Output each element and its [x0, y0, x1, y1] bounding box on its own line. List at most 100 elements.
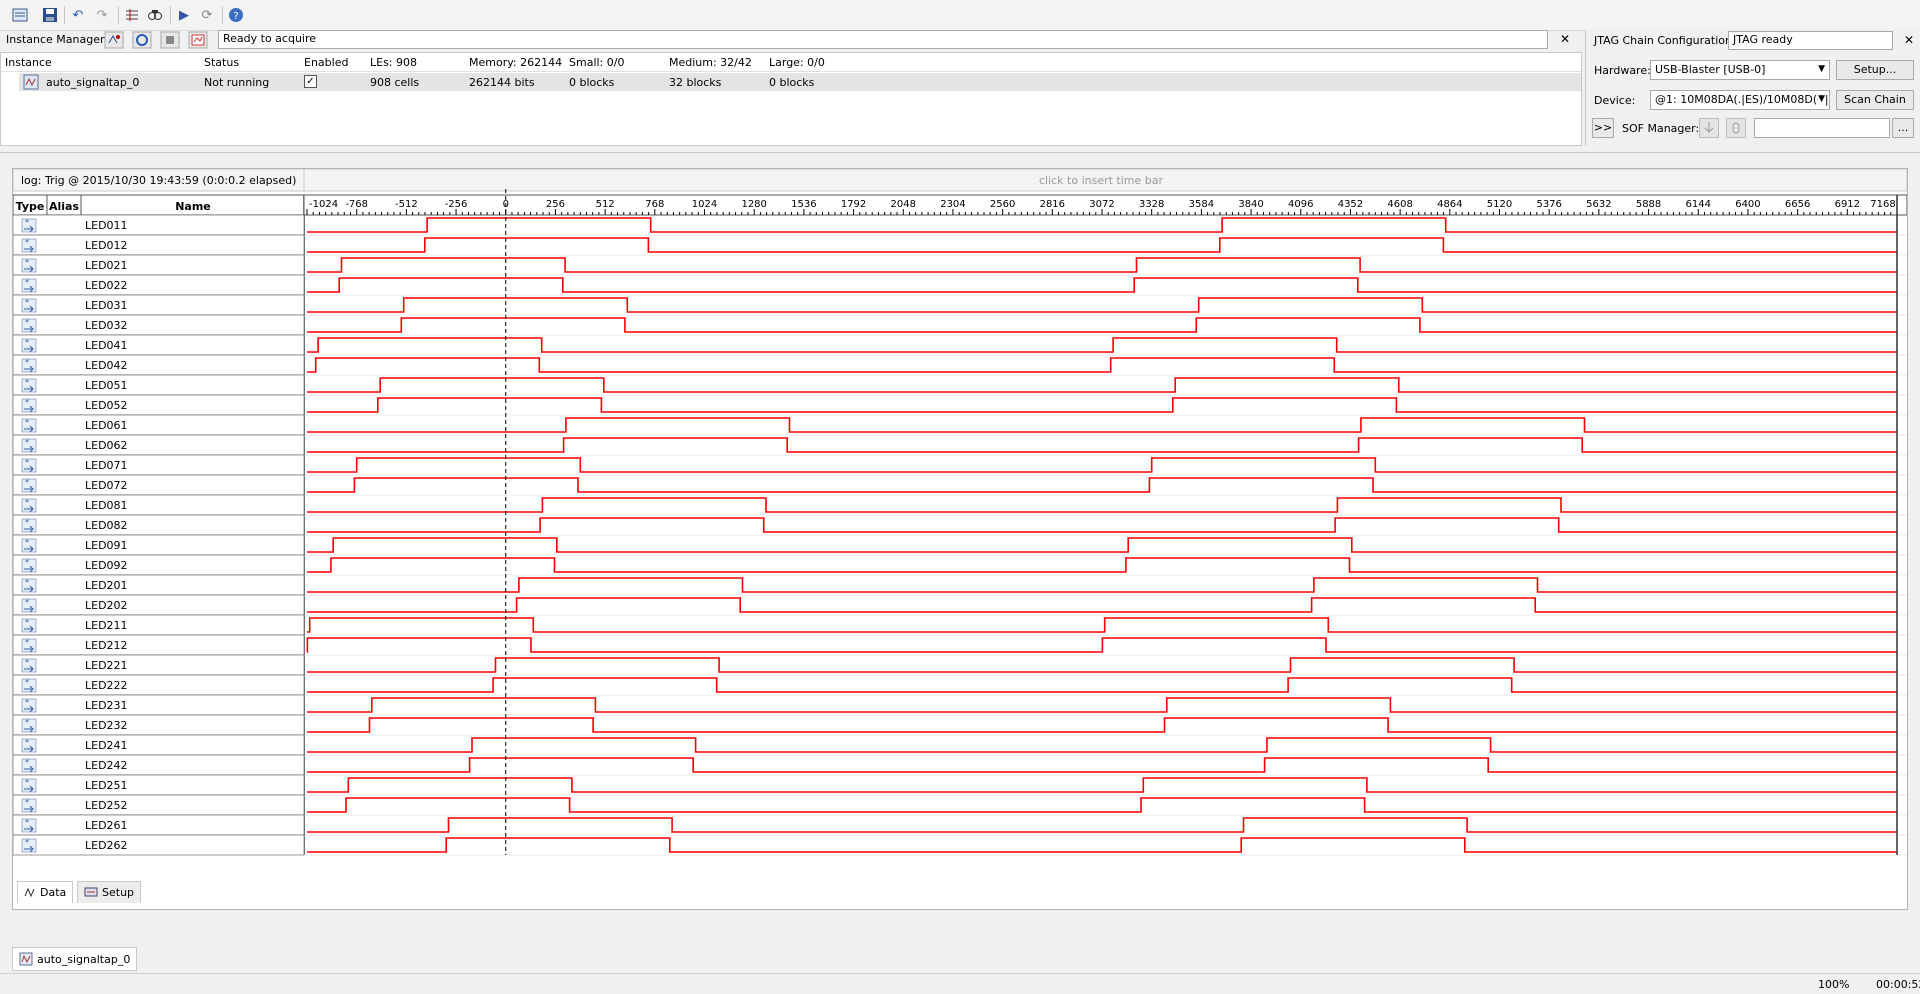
- table-row[interactable]: [13, 554, 305, 576]
- signal-name[interactable]: LED242: [85, 759, 128, 772]
- signal-name[interactable]: LED091: [85, 539, 128, 552]
- time-ruler[interactable]: -1024-768-512-25602565127681024128015361…: [303, 194, 1907, 216]
- run-icon[interactable]: ▶: [174, 5, 194, 25]
- col-status[interactable]: Status: [204, 56, 239, 69]
- expand-button[interactable]: >>: [1592, 118, 1614, 138]
- signal-name[interactable]: LED212: [85, 639, 128, 652]
- signal-name[interactable]: LED071: [85, 459, 128, 472]
- table-row[interactable]: [13, 354, 305, 376]
- sof-file-input[interactable]: [1754, 118, 1890, 138]
- signal-waveform[interactable]: [307, 377, 1897, 393]
- signal-waveform[interactable]: [307, 817, 1897, 833]
- table-row[interactable]: [13, 654, 305, 676]
- signal-name[interactable]: LED262: [85, 839, 128, 852]
- node-finder-icon[interactable]: [122, 5, 142, 25]
- signal-name[interactable]: LED211: [85, 619, 128, 632]
- signal-name[interactable]: LED222: [85, 679, 128, 692]
- hardware-select[interactable]: USB-Blaster [USB-0] ▼: [1650, 60, 1830, 80]
- stop-icon[interactable]: [160, 31, 180, 49]
- col-type[interactable]: Type: [16, 200, 45, 213]
- table-row[interactable]: [13, 534, 305, 556]
- col-memory[interactable]: Memory: 262144: [469, 56, 562, 69]
- waveform-view[interactable]: log: Trig @ 2015/10/30 19:43:59 (0:0:0.2…: [13, 169, 1907, 869]
- signal-name[interactable]: LED252: [85, 799, 128, 812]
- table-row[interactable]: [13, 294, 305, 316]
- table-row[interactable]: [13, 734, 305, 756]
- signal-waveform[interactable]: [307, 537, 1897, 553]
- autorun-icon[interactable]: ⟳: [197, 5, 217, 25]
- save-icon[interactable]: [40, 5, 60, 25]
- signal-waveform[interactable]: [307, 717, 1897, 733]
- signal-name[interactable]: LED221: [85, 659, 128, 672]
- signal-waveform[interactable]: [307, 437, 1897, 453]
- signal-name[interactable]: LED241: [85, 739, 128, 752]
- table-row[interactable]: [13, 574, 305, 596]
- signal-waveform[interactable]: [307, 657, 1897, 673]
- col-name[interactable]: Name: [175, 200, 211, 213]
- signal-name[interactable]: LED021: [85, 259, 128, 272]
- signal-name[interactable]: LED042: [85, 359, 128, 372]
- table-row[interactable]: [13, 234, 305, 256]
- table-row[interactable]: [13, 514, 305, 536]
- table-row[interactable]: [13, 414, 305, 436]
- signal-waveform[interactable]: [306, 637, 1897, 653]
- browse-button[interactable]: ...: [1892, 118, 1914, 138]
- table-row[interactable]: [13, 474, 305, 496]
- table-row[interactable]: [13, 394, 305, 416]
- program-device-icon[interactable]: [1699, 118, 1719, 138]
- attach-file-icon[interactable]: [1726, 118, 1746, 138]
- signal-name[interactable]: LED061: [85, 419, 128, 432]
- signal-waveform[interactable]: [307, 617, 1897, 633]
- read-data-icon[interactable]: [188, 31, 208, 49]
- table-row[interactable]: [13, 594, 305, 616]
- signal-name[interactable]: LED062: [85, 439, 128, 452]
- table-row[interactable]: [13, 434, 305, 456]
- table-row[interactable]: [13, 814, 305, 836]
- table-row[interactable]: [13, 494, 305, 516]
- table-row[interactable]: [13, 334, 305, 356]
- device-select[interactable]: @1: 10M08DA(.|ES)/10M08D(C|I ▼: [1650, 90, 1830, 110]
- table-row[interactable]: [13, 274, 305, 296]
- tab-data[interactable]: Data: [17, 881, 74, 903]
- table-row[interactable]: [13, 794, 305, 816]
- signal-waveform[interactable]: [307, 517, 1897, 533]
- instance-icon[interactable]: [10, 5, 30, 25]
- col-instance[interactable]: Instance: [5, 56, 52, 69]
- autorun-instance-icon[interactable]: [132, 31, 152, 49]
- signal-name[interactable]: LED032: [85, 319, 128, 332]
- table-row[interactable]: [13, 454, 305, 476]
- signal-waveform[interactable]: [307, 417, 1897, 433]
- signal-waveform[interactable]: [307, 277, 1897, 293]
- signal-waveform[interactable]: [307, 257, 1897, 273]
- jtag-close-icon[interactable]: ✕: [1904, 33, 1914, 47]
- table-row[interactable]: [13, 614, 305, 636]
- table-row[interactable]: [13, 774, 305, 796]
- signal-name[interactable]: LED261: [85, 819, 128, 832]
- signal-waveform[interactable]: [307, 577, 1897, 593]
- row-instance[interactable]: auto_signaltap_0: [46, 76, 139, 89]
- signal-name[interactable]: LED072: [85, 479, 128, 492]
- table-row[interactable]: [13, 374, 305, 396]
- tab-auto-signaltap-0[interactable]: auto_signaltap_0: [12, 947, 138, 971]
- signal-waveform[interactable]: [307, 337, 1897, 353]
- signal-waveform[interactable]: [307, 837, 1897, 853]
- table-row[interactable]: [13, 694, 305, 716]
- signal-waveform[interactable]: [307, 557, 1897, 573]
- signal-waveform[interactable]: [307, 777, 1897, 793]
- signal-name[interactable]: LED082: [85, 519, 128, 532]
- signal-name[interactable]: LED092: [85, 559, 128, 572]
- table-row[interactable]: [13, 754, 305, 776]
- table-row[interactable]: [13, 674, 305, 696]
- signal-name[interactable]: LED201: [85, 579, 128, 592]
- signal-name[interactable]: LED052: [85, 399, 128, 412]
- tab-setup[interactable]: Setup: [77, 881, 142, 903]
- signal-waveform[interactable]: [307, 697, 1897, 713]
- signal-name[interactable]: LED202: [85, 599, 128, 612]
- signal-waveform[interactable]: [307, 237, 1897, 253]
- redo-icon[interactable]: ↷: [92, 5, 112, 25]
- help-icon[interactable]: ?: [226, 5, 246, 25]
- table-row[interactable]: [13, 214, 305, 236]
- signal-waveform[interactable]: [307, 797, 1897, 813]
- table-row[interactable]: [13, 634, 305, 656]
- signal-name[interactable]: LED022: [85, 279, 128, 292]
